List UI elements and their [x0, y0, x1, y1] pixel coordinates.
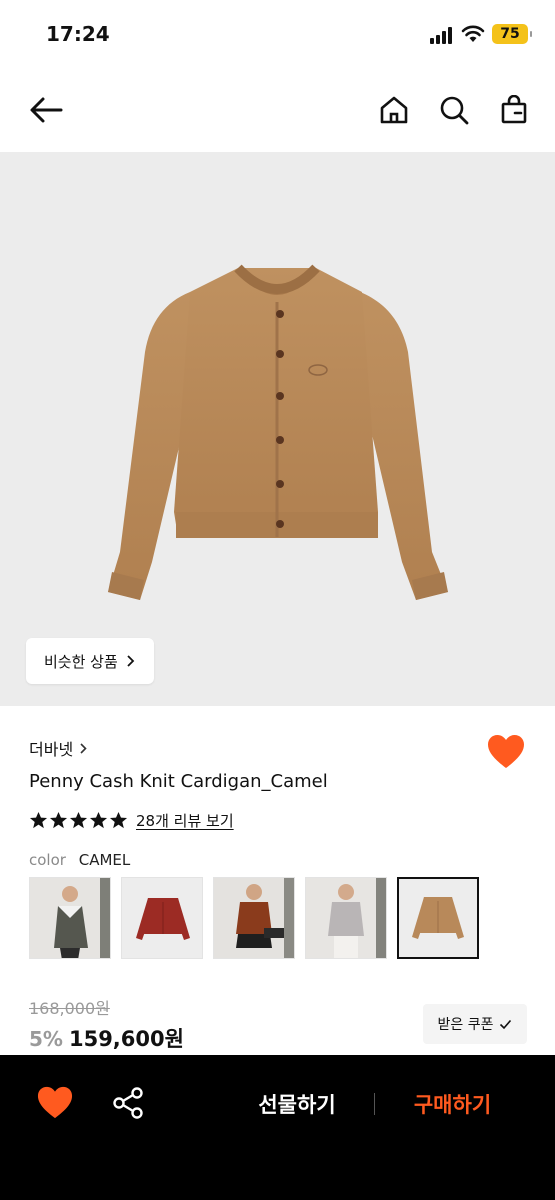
back-button[interactable] — [26, 90, 66, 130]
divider — [374, 1093, 375, 1115]
coupon-label: 받은 쿠폰 — [437, 1017, 494, 1033]
thumb-model-brown-cardigan[interactable] — [213, 877, 295, 959]
gift-button[interactable]: 선물하기 — [222, 1089, 372, 1119]
price-row: 5% 159,600원 — [29, 1023, 184, 1053]
status-bar: 17:24 75 — [0, 0, 555, 70]
sale-price: 159,600원 — [68, 1027, 184, 1051]
product-name: Penny Cash Knit Cardigan_Camel — [29, 771, 328, 792]
cart-button[interactable] — [494, 90, 534, 130]
arrow-left-icon — [30, 97, 63, 123]
star-icon — [109, 811, 128, 829]
thumb-red-cardigan[interactable] — [121, 877, 203, 959]
cardigan-illustration — [108, 264, 448, 600]
thumb-model-grey-cardigan[interactable] — [29, 877, 111, 959]
thumb-model-grey-melange-cardigan[interactable] — [305, 877, 387, 959]
brand-link[interactable]: 더바넷 — [29, 736, 88, 760]
original-price: 168,000원 — [29, 999, 110, 1018]
share-icon[interactable] — [110, 1085, 146, 1121]
discount-rate: 5% — [29, 1027, 63, 1051]
model-image — [30, 878, 110, 958]
signal-icon — [430, 26, 454, 44]
color-row: color CAMEL — [29, 851, 130, 869]
similar-products-button[interactable]: 비슷한 상품 — [26, 638, 154, 684]
cardigan-image — [399, 879, 477, 957]
chevron-right-icon — [127, 655, 135, 667]
color-options — [29, 877, 479, 959]
search-button[interactable] — [434, 90, 474, 130]
product-image[interactable]: 비슷한 상품 — [0, 152, 555, 706]
battery-indicator: 75 — [492, 24, 532, 44]
star-icon — [29, 811, 48, 829]
reviews-link[interactable]: 28개 리뷰 보기 — [136, 810, 234, 831]
cardigan-image — [122, 878, 202, 958]
rating-stars — [29, 811, 128, 830]
brand-name: 더바넷 — [29, 740, 74, 759]
status-time: 17:24 — [46, 22, 110, 46]
star-icon — [49, 811, 68, 829]
star-icon — [89, 811, 108, 829]
home-icon — [380, 96, 408, 124]
heart-icon[interactable] — [36, 1085, 74, 1121]
star-icon — [69, 811, 88, 829]
rating-row: 28개 리뷰 보기 — [29, 810, 234, 831]
color-value: CAMEL — [78, 851, 131, 869]
heart-icon[interactable] — [486, 733, 526, 771]
model-image — [214, 878, 294, 958]
coupon-button[interactable]: 받은 쿠폰 — [423, 1004, 527, 1044]
search-icon — [440, 96, 469, 125]
top-nav-bar — [0, 80, 555, 140]
bottom-action-bar: 선물하기 구매하기 — [0, 1055, 555, 1200]
wifi-icon — [461, 25, 485, 42]
similar-products-label: 비슷한 상품 — [44, 652, 118, 671]
color-label: color — [29, 851, 66, 869]
shopping-bag-icon — [501, 95, 527, 124]
model-image — [306, 878, 386, 958]
home-button[interactable] — [374, 90, 414, 130]
thumb-camel-cardigan[interactable] — [397, 877, 479, 959]
chevron-right-icon — [80, 742, 87, 754]
buy-button[interactable]: 구매하기 — [390, 1089, 515, 1119]
check-icon — [500, 1019, 512, 1029]
